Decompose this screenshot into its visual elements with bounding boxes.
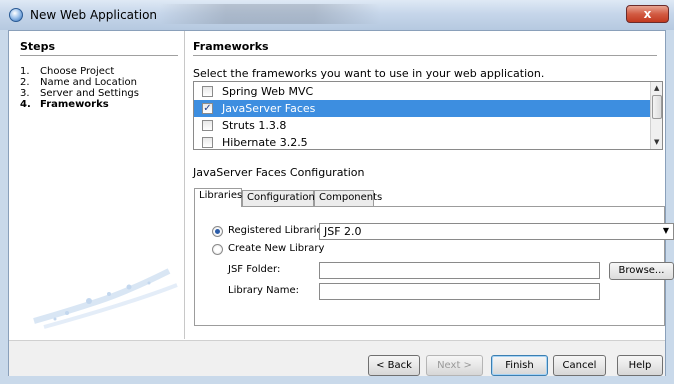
steps-divider bbox=[20, 55, 178, 56]
config-section-title: JavaServer Faces Configuration bbox=[193, 166, 365, 179]
step-name-and-location: 2. Name and Location bbox=[20, 77, 137, 88]
create-new-library-label: Create New Library bbox=[228, 243, 325, 254]
scroll-up-arrow-icon[interactable]: ▲ bbox=[654, 84, 659, 92]
step-label: Frameworks bbox=[40, 99, 109, 110]
panel-divider bbox=[193, 55, 657, 56]
jsf-folder-input[interactable] bbox=[319, 262, 600, 279]
tab-libraries[interactable]: Libraries bbox=[194, 188, 242, 207]
library-name-label: Library Name: bbox=[228, 285, 300, 296]
tab-configuration[interactable]: Configuration bbox=[242, 190, 315, 206]
libraries-tab-panel: Registered Libraries: JSF 2.0 ▼ Create N… bbox=[194, 206, 674, 326]
panel-heading: Frameworks bbox=[193, 40, 269, 53]
cancel-button[interactable]: Cancel bbox=[553, 355, 606, 376]
framework-row-spring-web-mvc[interactable]: Spring Web MVC bbox=[194, 83, 650, 100]
frameworks-prompt: Select the frameworks you want to use in… bbox=[193, 67, 545, 80]
dialog-client-area: Steps 1. Choose Project 2. Name and Locati… bbox=[8, 30, 674, 376]
framework-row-javaserver-faces[interactable]: ✓ JavaServer Faces bbox=[194, 100, 650, 117]
framework-row-hibernate[interactable]: Hibernate 3.2.5 bbox=[194, 134, 650, 149]
step-label: Server and Settings bbox=[40, 88, 139, 99]
title-bar[interactable]: New Web Application x bbox=[0, 0, 674, 30]
registered-libraries-label: Registered Libraries: bbox=[228, 225, 332, 236]
step-frameworks-current: 4. Frameworks bbox=[20, 99, 109, 110]
framework-checkbox[interactable] bbox=[202, 137, 213, 148]
tab-components[interactable]: Components bbox=[314, 190, 382, 206]
framework-row-struts[interactable]: Struts 1.3.8 bbox=[194, 117, 650, 134]
jsf-folder-label: JSF Folder: bbox=[228, 264, 281, 275]
frameworks-scrollbar[interactable]: ▲ ▼ bbox=[650, 82, 662, 149]
help-button[interactable]: Help bbox=[617, 355, 663, 376]
step-label: Choose Project bbox=[40, 66, 115, 77]
registered-libraries-value: JSF 2.0 bbox=[324, 225, 362, 238]
netbeans-app-icon bbox=[9, 8, 23, 22]
scrollbar-thumb[interactable] bbox=[652, 95, 662, 119]
step-label: Name and Location bbox=[40, 77, 137, 88]
frameworks-list[interactable]: Spring Web MVC ✓ JavaServer Faces Struts… bbox=[193, 81, 663, 150]
close-button[interactable]: x bbox=[626, 5, 669, 23]
framework-checkbox[interactable] bbox=[202, 86, 213, 97]
step-server-and-settings: 3. Server and Settings bbox=[20, 88, 139, 99]
dialog-window: New Web Application x Steps 1. Choose Pro… bbox=[0, 0, 674, 384]
registered-libraries-dropdown[interactable]: JSF 2.0 ▼ bbox=[319, 223, 674, 240]
create-new-library-radio[interactable] bbox=[212, 244, 223, 255]
finish-button[interactable]: Finish bbox=[491, 355, 548, 376]
framework-label: Struts 1.3.8 bbox=[222, 119, 287, 132]
frameworks-panel: Frameworks Select the frameworks you wan… bbox=[193, 31, 674, 339]
browse-button[interactable]: Browse... bbox=[609, 262, 674, 280]
framework-checkbox[interactable] bbox=[202, 120, 213, 131]
scroll-down-arrow-icon[interactable]: ▼ bbox=[654, 138, 659, 146]
chevron-down-icon: ▼ bbox=[662, 226, 669, 235]
framework-checkbox-checked[interactable]: ✓ bbox=[202, 103, 213, 114]
framework-label: Spring Web MVC bbox=[222, 85, 314, 98]
button-bar: < Back Next > Finish Cancel Help bbox=[9, 340, 665, 376]
window-title: New Web Application bbox=[30, 8, 158, 22]
decorative-swirl-graphic bbox=[33, 268, 178, 329]
back-button[interactable]: < Back bbox=[368, 355, 420, 376]
library-name-input[interactable] bbox=[319, 283, 600, 300]
steps-heading: Steps bbox=[20, 40, 56, 53]
next-button[interactable]: Next > bbox=[426, 355, 483, 376]
framework-label: Hibernate 3.2.5 bbox=[222, 136, 308, 149]
step-choose-project: 1. Choose Project bbox=[20, 66, 115, 77]
framework-label: JavaServer Faces bbox=[222, 102, 316, 115]
steps-panel: Steps 1. Choose Project 2. Name and Locati… bbox=[9, 31, 185, 339]
registered-libraries-radio[interactable] bbox=[212, 226, 223, 237]
